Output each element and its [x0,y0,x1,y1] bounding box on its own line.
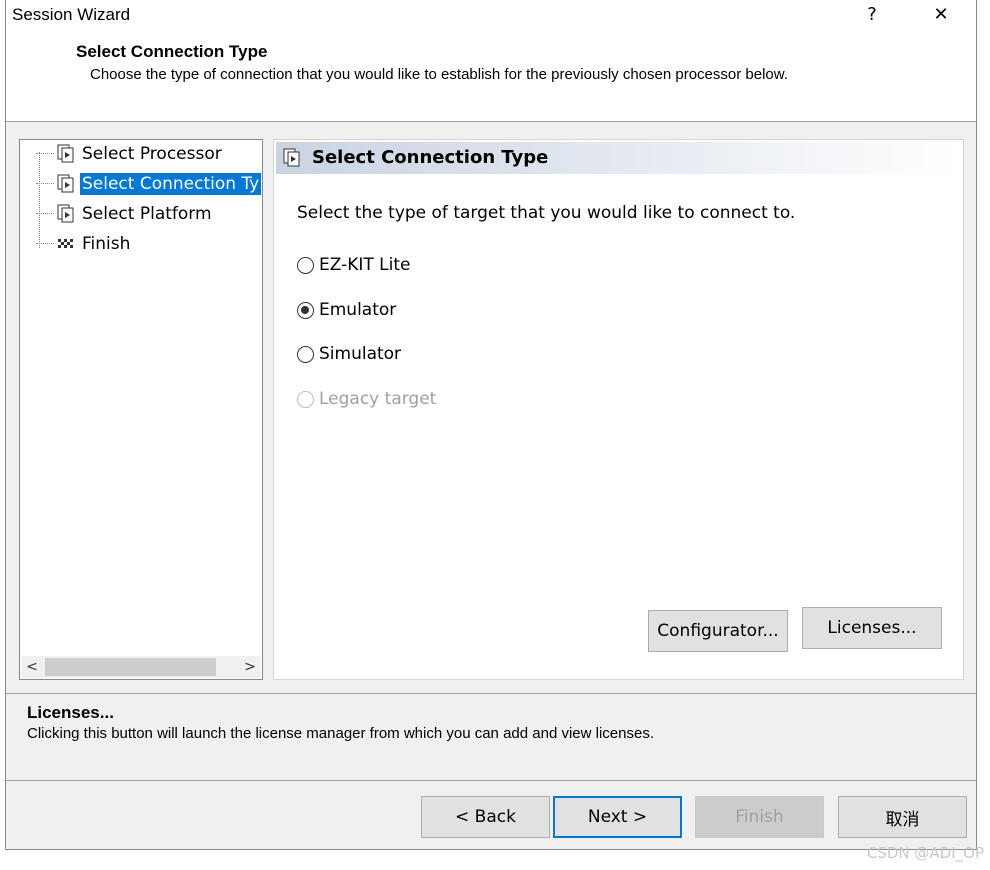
radio-ez-kit-lite[interactable]: EZ-KIT Lite [297,253,411,277]
tree-connector [36,153,54,155]
tree-connector [36,243,54,245]
checkered-flag-icon [56,234,76,254]
description-title: Licenses... [27,703,114,722]
tree-item-label: Select Processor [82,144,222,164]
content-header: Select Connection Type [276,142,961,174]
radio-simulator[interactable]: Simulator [297,342,401,366]
scroll-right-icon[interactable]: > [239,656,261,678]
footer-separator [6,780,976,781]
description-separator [6,693,976,694]
back-button[interactable]: < Back [421,796,550,838]
tree-item-label: Select Platform [82,204,212,224]
content-panel: Select Connection Type Select the type o… [273,139,964,680]
radio-circle-icon[interactable] [297,256,314,274]
session-wizard-window: Session Wizard ? ✕ Select Connection Typ… [5,0,977,850]
scroll-left-icon[interactable]: < [21,656,43,678]
cancel-button[interactable]: 取消 [838,796,967,838]
radio-label: Emulator [319,300,397,320]
page-play-icon [56,174,76,194]
tree-item-label: Select Connection Ty [80,173,262,195]
help-button[interactable]: ? [849,0,895,32]
tree-item-finish[interactable]: Finish [36,234,132,258]
page-play-icon [282,148,302,168]
tree-connector [36,183,54,185]
wizard-header: Select Connection Type Choose the type o… [6,34,976,122]
next-button[interactable]: Next > [553,796,682,838]
description-text: Clicking this button will launch the lic… [27,725,654,742]
watermark-text: CSDN @ADI_OP [866,844,984,862]
page-play-icon [56,144,76,164]
content-title: Select Connection Type [312,147,549,168]
tree-item-label: Finish [82,234,131,254]
page-title: Select Connection Type [76,42,268,61]
radio-checked-icon[interactable] [297,301,314,319]
tree-connector [36,213,54,215]
radio-label: EZ-KIT Lite [319,255,411,275]
wizard-steps-tree: Select Processor Select Connection Ty Se… [19,139,263,680]
radio-circle-icon [297,390,314,408]
radio-legacy-target: Legacy target [297,387,436,411]
tree-item-select-platform[interactable]: Select Platform [36,204,214,228]
tree-horizontal-scrollbar[interactable]: < > [21,656,261,678]
scrollbar-thumb[interactable] [45,658,216,676]
window-title: Session Wizard [12,5,131,24]
close-button[interactable]: ✕ [918,0,964,32]
title-bar: Session Wizard ? ✕ [6,0,976,34]
licenses-button[interactable]: Licenses... [802,607,942,649]
page-subtitle: Choose the type of connection that you w… [90,66,788,83]
radio-emulator[interactable]: Emulator [297,298,396,322]
radio-label: Simulator [319,344,402,364]
tree-item-select-processor[interactable]: Select Processor [36,144,224,168]
radio-circle-icon[interactable] [297,345,314,363]
configurator-button[interactable]: Configurator... [648,610,788,652]
tree-item-select-connection-type[interactable]: Select Connection Ty [36,173,262,198]
radio-label: Legacy target [319,389,437,409]
connection-prompt: Select the type of target that you would… [297,203,796,223]
page-play-icon [56,204,76,224]
finish-button: Finish [695,796,824,838]
